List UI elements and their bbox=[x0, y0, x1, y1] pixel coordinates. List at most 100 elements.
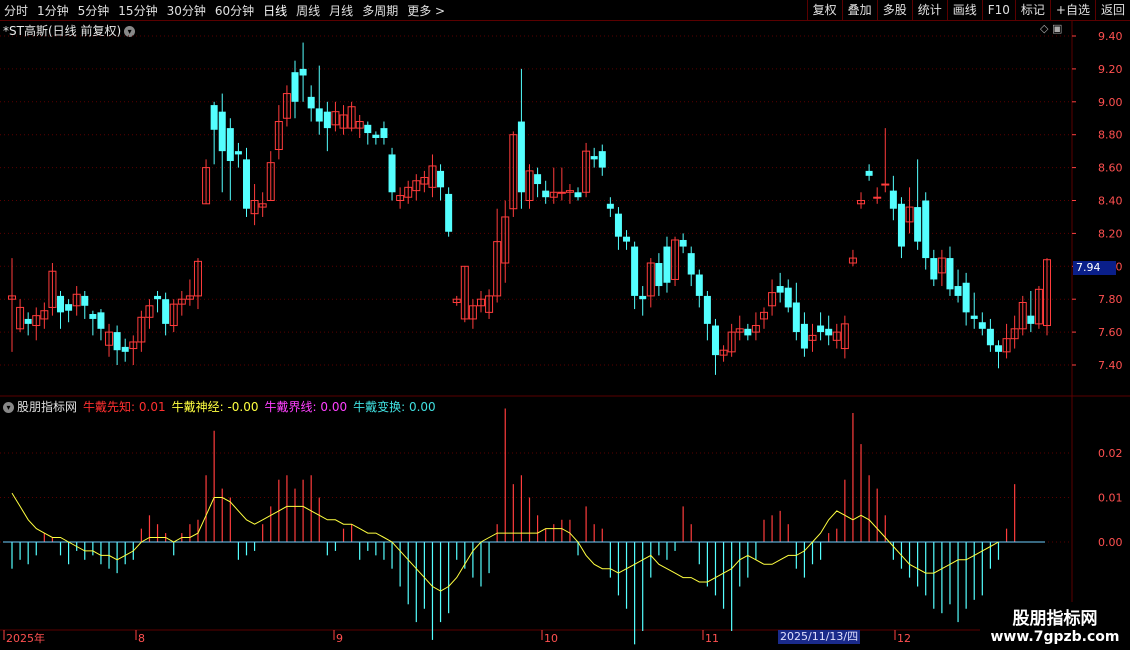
x-axis-label: 2025年 bbox=[6, 631, 45, 645]
candle-body-down bbox=[865, 170, 873, 176]
candle-body-up bbox=[873, 196, 882, 199]
x-axis-label: 10 bbox=[544, 632, 558, 645]
x-axis-label: 9 bbox=[336, 632, 343, 645]
candle-body-down bbox=[598, 151, 606, 168]
candle-body-down bbox=[623, 236, 631, 242]
candle-body-down bbox=[776, 286, 784, 293]
candle-body-down bbox=[978, 322, 986, 329]
current-price-tag: 7.94 bbox=[1073, 261, 1116, 275]
candle-body-down bbox=[970, 315, 978, 319]
candle-body-down bbox=[210, 105, 218, 130]
candle-body-down bbox=[930, 258, 938, 280]
price-tick-label: 8.20 bbox=[1098, 227, 1123, 240]
candle-body-down bbox=[792, 302, 800, 333]
candle-body-down bbox=[534, 174, 542, 185]
candle-body-down bbox=[922, 200, 930, 259]
candle-body-down bbox=[65, 304, 73, 311]
price-tick-label: 7.40 bbox=[1098, 359, 1123, 372]
candle-body-down bbox=[162, 299, 170, 324]
candle-body-down bbox=[517, 121, 525, 193]
candle-body-down bbox=[154, 295, 162, 300]
candle-body-down bbox=[825, 328, 833, 336]
candle-body-down bbox=[97, 312, 105, 329]
indicator-tick-label: 0.00 bbox=[1098, 536, 1123, 549]
cursor-date-label: 2025/11/13/四 bbox=[778, 630, 861, 644]
price-tick-label: 7.60 bbox=[1098, 326, 1123, 339]
candle-body-down bbox=[889, 190, 897, 209]
candle-body-down bbox=[663, 246, 671, 283]
indicator-legend-2: 牛戴界线: 0.00 bbox=[264, 400, 348, 414]
candle-body-up bbox=[881, 183, 890, 186]
candle-body-down bbox=[291, 72, 299, 102]
candle-body-down bbox=[299, 68, 307, 76]
candle-body-down bbox=[1027, 315, 1035, 324]
watermark-url: www.7gpzb.com bbox=[990, 629, 1120, 645]
indicator-legend-1: 牛戴神经: -0.00 bbox=[171, 400, 259, 414]
candle-body-down bbox=[614, 213, 622, 237]
price-tick-label: 9.00 bbox=[1098, 96, 1123, 109]
candle-body-down bbox=[914, 207, 922, 242]
indicator-legend-0: 牛戴先知: 0.01 bbox=[83, 400, 166, 414]
indicator-title: ▾ 股朋指标网 牛戴先知: 0.01 牛戴神经: -0.00 牛戴界线: 0.00 牛戴变… bbox=[3, 398, 448, 415]
x-axis-label: 11 bbox=[705, 632, 719, 645]
indicator-legend-3: 牛戴变换: 0.00 bbox=[353, 400, 436, 414]
candle-body-down bbox=[242, 159, 250, 209]
candle-body-down bbox=[954, 286, 962, 296]
candle-body-down bbox=[962, 282, 970, 313]
candle-body-down bbox=[897, 203, 905, 247]
x-axis-label: 12 bbox=[897, 632, 911, 645]
chevron-down-icon[interactable]: ▾ bbox=[3, 402, 14, 413]
x-axis-label: 8 bbox=[138, 632, 145, 645]
indicator-tick-label: 0.02 bbox=[1098, 447, 1123, 460]
candle-body-down bbox=[315, 108, 323, 122]
candle-body-down bbox=[784, 287, 792, 308]
price-tick-label: 9.40 bbox=[1098, 30, 1123, 43]
candle-body-down bbox=[800, 323, 808, 349]
price-tick-label: 9.20 bbox=[1098, 63, 1123, 76]
indicator-name: 股朋指标网 bbox=[17, 400, 78, 414]
candle-body-down bbox=[380, 128, 388, 138]
price-tick-label: 8.80 bbox=[1098, 129, 1123, 142]
candle-body-down bbox=[445, 193, 453, 232]
candle-body-down bbox=[24, 318, 32, 324]
price-tick-label: 8.40 bbox=[1098, 195, 1123, 208]
candle-body-down bbox=[711, 325, 719, 356]
watermark-title: 股朋指标网 bbox=[1012, 609, 1098, 629]
watermark: 股朋指标网 www.7gpzb.com bbox=[980, 602, 1130, 650]
candlestick-chart[interactable]: 9.409.209.008.808.608.408.208.007.807.60… bbox=[0, 0, 1130, 650]
candle-body-down bbox=[606, 203, 614, 209]
candle-body-down bbox=[695, 274, 703, 296]
candle-body-down bbox=[234, 151, 242, 155]
candle-body-down bbox=[226, 128, 234, 162]
price-tick-label: 8.60 bbox=[1098, 162, 1123, 175]
candle-body-down bbox=[679, 239, 687, 247]
candle-body-down bbox=[994, 345, 1002, 352]
candle-body-down bbox=[89, 314, 97, 319]
candle-body-down bbox=[655, 263, 663, 287]
candle-body-down bbox=[364, 124, 372, 134]
indicator-tick-label: 0.01 bbox=[1098, 492, 1123, 505]
candle-body-down bbox=[986, 328, 994, 346]
candle-body-down bbox=[307, 96, 315, 109]
candle-body-down bbox=[57, 295, 65, 313]
candle-body-down bbox=[687, 253, 695, 275]
candle-body-down bbox=[388, 154, 396, 193]
candle-body-down bbox=[372, 134, 380, 138]
candle-body-down bbox=[323, 111, 331, 129]
candle-body-down bbox=[817, 325, 825, 333]
candle-body-down bbox=[946, 258, 954, 290]
candle-body-down bbox=[81, 295, 89, 306]
candle-body-up bbox=[557, 191, 566, 194]
candle-body-down bbox=[121, 346, 129, 352]
candle-body-down bbox=[703, 295, 711, 324]
candle-body-down bbox=[218, 111, 226, 152]
candle-body-down bbox=[631, 246, 639, 296]
candle-body-down bbox=[437, 170, 445, 188]
candle-body-down bbox=[574, 192, 582, 198]
candle-body-down bbox=[744, 328, 752, 336]
candle-body-down bbox=[113, 332, 121, 351]
candle-body-down bbox=[639, 295, 647, 300]
price-tick-label: 7.80 bbox=[1098, 293, 1123, 306]
candle-body-down bbox=[542, 190, 550, 198]
candle-body-down bbox=[590, 156, 598, 160]
